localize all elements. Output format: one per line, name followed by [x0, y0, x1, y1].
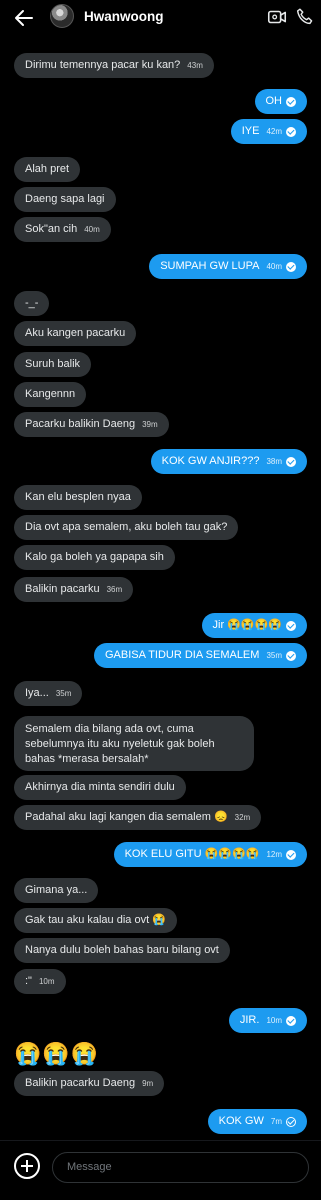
message-list[interactable]: Dirimu temennya pacar ku kan? 43m OH IYE 4…	[0, 36, 321, 1140]
message-composer: Message	[0, 1140, 321, 1200]
message-bubble[interactable]: Nanya dulu boleh bahas baru bilang ovt	[14, 938, 230, 963]
message-bubble[interactable]: Dirimu temennya pacar ku kan? 43m	[14, 53, 214, 78]
message-bubble[interactable]: KOK ELU GITU 😭😭😭😭 12m	[113, 842, 307, 867]
phone-call-icon[interactable]	[294, 6, 316, 28]
back-arrow-icon[interactable]	[12, 6, 36, 30]
message-bubble[interactable]: Sok"an cih 40m	[14, 217, 111, 242]
message-bubble[interactable]: Alah pret	[14, 157, 81, 182]
message-bubble[interactable]: Pacarku balikin Daeng 39m	[14, 412, 169, 437]
message-bubble[interactable]: Akhirnya dia minta sendiri dulu	[14, 775, 186, 800]
read-check-icon	[286, 126, 296, 137]
contact-name[interactable]: Hwanwoong	[84, 9, 164, 24]
message-bubble[interactable]: GABISA TIDUR DIA SEMALEM 35m	[93, 643, 307, 668]
read-check-icon	[286, 261, 296, 272]
message-bubble[interactable]: Kangennn	[14, 382, 87, 407]
message-bubble[interactable]: Kan elu besplen nyaa	[14, 485, 142, 510]
message-bubble[interactable]: Gak tau aku kalau dia ovt 😭	[14, 908, 177, 933]
message-bubble[interactable]: Kalo ga boleh ya gapapa sih	[14, 545, 175, 570]
message-bubble[interactable]: Suruh balik	[14, 352, 92, 377]
avatar[interactable]	[50, 4, 74, 28]
message-input[interactable]: Message	[52, 1152, 309, 1183]
message-bubble[interactable]: Balikin pacarku 36m	[14, 577, 134, 602]
message-bubble[interactable]: Padahal aku lagi kangen dia semalem 😞 32m	[14, 805, 262, 830]
message-bubble[interactable]: IYE 42m	[230, 119, 307, 144]
message-bubble[interactable]: Dia ovt apa semalem, aku boleh tau gak?	[14, 515, 239, 540]
message-bubble[interactable]: Daeng sapa lagi	[14, 187, 116, 212]
read-check-icon	[286, 620, 296, 631]
read-check-icon	[286, 96, 296, 107]
message-bubble[interactable]: KOK GW 7m	[207, 1109, 307, 1134]
read-check-icon	[286, 1015, 296, 1026]
read-check-icon	[286, 456, 296, 467]
message-bubble[interactable]: Iya... 35m	[14, 681, 83, 706]
message-bubble[interactable]: JIR. 10m	[228, 1008, 307, 1033]
message-bubble[interactable]: Semalem dia bilang ada ovt, cuma sebelum…	[14, 716, 254, 771]
message-bubble[interactable]: Gimana ya...	[14, 878, 99, 903]
message-bubble[interactable]: KOK GW ANJIR??? 38m	[150, 449, 307, 474]
message-bubble[interactable]: Jir 😭😭😭😭	[201, 613, 307, 638]
message-bubble[interactable]: SUMPAH GW LUPA 40m	[149, 254, 307, 279]
video-call-icon[interactable]	[266, 6, 288, 28]
emoji-message[interactable]: 😭😭😭	[14, 1040, 99, 1068]
message-bubble[interactable]: :" 10m	[14, 969, 66, 994]
read-check-icon	[286, 650, 296, 661]
message-bubble[interactable]: Aku kangen pacarku	[14, 321, 137, 346]
sent-check-icon	[286, 1116, 296, 1127]
read-check-icon	[286, 849, 296, 860]
message-bubble[interactable]: -_-	[14, 291, 50, 316]
message-bubble[interactable]: OH	[254, 89, 307, 114]
chat-header: Hwanwoong	[0, 0, 321, 36]
add-media-icon[interactable]	[14, 1153, 40, 1179]
message-bubble[interactable]: Balikin pacarku Daeng 9m	[14, 1071, 165, 1096]
